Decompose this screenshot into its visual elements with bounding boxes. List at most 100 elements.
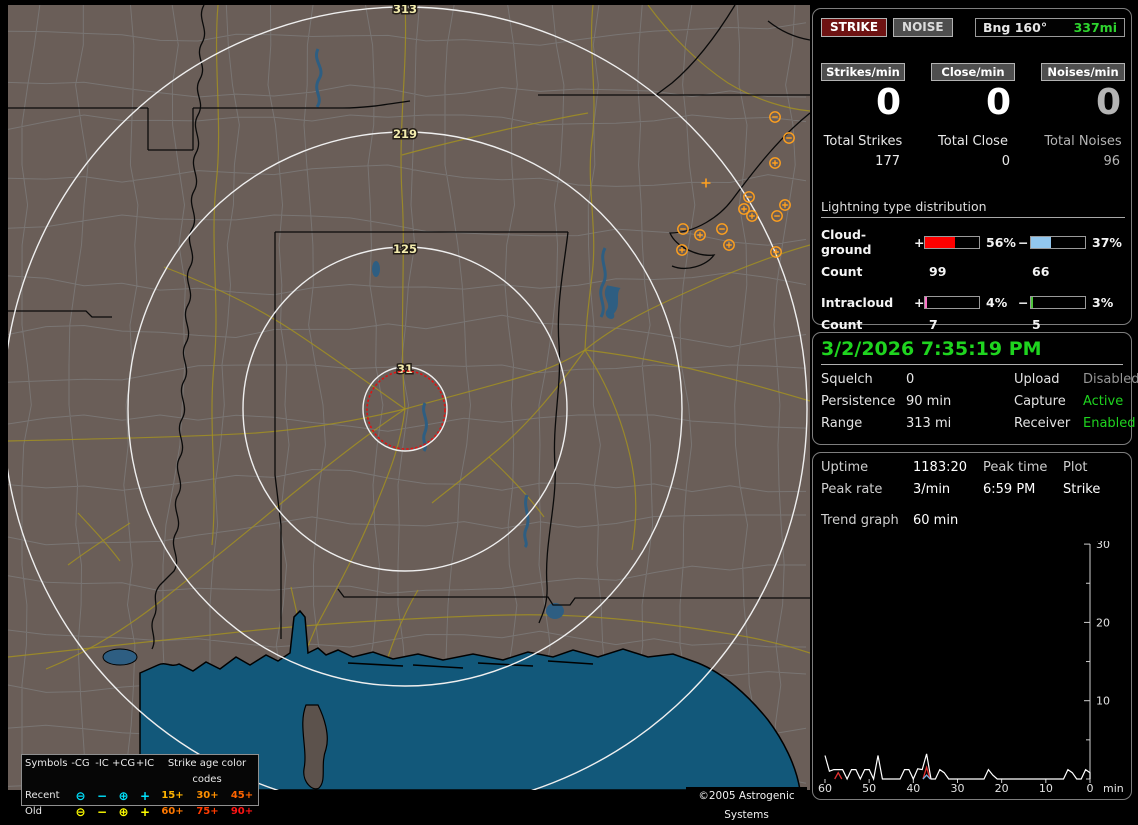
x-tick-label: 20 [995,782,1009,793]
uptime-label: Uptime [821,460,869,475]
squelch-value: 0 [906,372,915,387]
persistence-value: 90 min [906,394,952,409]
circle-plus-icon: ⊕ [118,805,129,819]
cg-positive-pct: 56% [986,234,1016,250]
stats-row: Uptime 1183:20 Peak time Plot [821,460,1123,475]
x-tick-label: 50 [862,782,876,793]
uptime-value: 1183:20 [913,460,968,475]
bearing-distance: 337mi [1073,19,1117,35]
range-ring-label: 313 [393,5,417,16]
cg-count-row: Count 99 66 [821,264,1125,279]
trend-graph-label: Trend graph [821,513,899,528]
legend-old-row: Old ⊖ − ⊕ + 60+ 75+ 90+ [25,804,255,820]
minus-sign: − [1018,234,1029,250]
count-label: Count [821,317,863,332]
map-canvas[interactable]: 313 219 125 31 [8,5,810,790]
trend-header-row: Trend graph 60 min [821,513,1123,528]
trend-window-value: 60 min [913,513,959,528]
noises-per-min-button[interactable]: Noises/min [1041,63,1125,81]
lake [372,261,380,277]
y-tick-label: 30 [1096,541,1110,551]
cg-positive-count: 99 [929,264,947,279]
rate-counters: Strikes/min 0 Total Strikes 177 Close/mi… [821,63,1125,169]
ic-negative-pct: 3% [1092,295,1114,310]
range-ring-label: 219 [393,127,417,141]
peak-rate-value: 3/min [913,482,951,497]
datetime-display: 3/2/2026 7:35:19 PM [821,338,1123,365]
plus-icon: + [139,805,151,819]
legend-header-row: Symbols -CG -IC +CG +IC Strike age color… [25,756,255,788]
cg-negative-count: 66 [1032,264,1050,279]
plot-value: Strike [1063,482,1101,497]
stats-row: Peak rate 3/min 6:59 PM Strike [821,482,1123,497]
cloud-ground-row: Cloud-ground + 56% − 37% [821,227,1125,257]
distribution-title: Lightning type distribution [821,199,1125,218]
age-45: 45+ [230,790,254,801]
ic-count-row: Count 7 5 [821,317,1125,332]
lake [102,648,138,666]
strike-mode-button[interactable]: STRIKE [821,17,888,37]
y-tick-label: 10 [1096,695,1110,708]
x-tick-label: 10 [1039,782,1053,793]
trend-panel: Uptime 1183:20 Peak time Plot Peak rate … [812,452,1132,800]
bearing-readout: Bng 160° 337mi [975,17,1125,37]
plus-sign: + [914,234,925,250]
strikes-per-min-button[interactable]: Strikes/min [821,63,905,81]
cloud-ground-label: Cloud-ground [821,227,872,257]
age-90: 90+ [230,806,254,817]
range-ring-label: 31 [397,362,413,376]
peak-time-label: Peak time [983,460,1048,475]
ic-negative-count: 5 [1032,317,1041,332]
age-15: 15+ [161,790,184,801]
legend-col-pos-ic: +IC [135,758,155,769]
range-value: 313 mi [906,416,952,431]
trend-strikes-line [824,753,1091,781]
legend-col-neg-cg: -CG [71,758,90,769]
x-tick-label: 40 [906,782,920,793]
legend-age-title: Strike age color codes [167,758,247,785]
strikes-rate-value: 0 [875,82,901,123]
x-tick-label: 0 [1087,782,1094,793]
status-row: Persistence 90 min Capture Active [821,394,1123,409]
copyright-label: ©2005 Astrogenic Systems [686,787,807,821]
cg-positive-bar [924,235,980,249]
legend-old-label: Old [25,806,42,817]
strike-counter-panel: STRIKE NOISE Bng 160° 337mi Strikes/min … [812,8,1132,332]
status-row: Squelch 0 Upload Disabled [821,372,1138,387]
plot-label: Plot [1063,460,1088,475]
plus-icon: + [139,789,151,803]
plus-sign: + [914,295,925,310]
legend-col-pos-cg: +CG [112,758,136,769]
circle-plus-icon: ⊕ [118,789,129,803]
peak-time-value: 6:59 PM [983,482,1036,497]
intracloud-label: Intracloud [821,295,894,310]
upload-label: Upload [1014,372,1060,387]
trend-graph: 10 20 30 60 50 40 30 20 10 0 min [818,541,1124,793]
minus-icon: − [96,805,108,819]
total-strikes-label: Total Strikes [823,134,903,149]
y-tick-label: 20 [1096,616,1110,629]
persistence-label: Persistence [821,394,896,409]
total-noises-label: Total Noises [1044,134,1122,149]
status-row: Range 313 mi Receiver Enabled [821,416,1136,431]
ic-negative-bar [1030,296,1086,309]
receiver-status: Enabled [1083,416,1136,431]
minus-sign: − [1018,295,1029,310]
x-axis-unit: min [1103,782,1124,793]
upload-status: Disabled [1083,372,1138,387]
circle-minus-icon: ⊖ [75,805,86,819]
total-close-label: Total Close [938,134,1008,149]
river-delta [302,704,328,790]
lightning-map[interactable]: 313 219 125 31 [8,5,810,790]
circle-minus-icon: ⊖ [75,789,86,803]
close-per-min-button[interactable]: Close/min [931,63,1015,81]
noises-rate-value: 0 [1095,82,1121,123]
count-label: Count [821,264,863,279]
capture-status: Active [1083,394,1124,409]
lightning-type-distribution: Lightning type distribution Cloud-ground… [821,199,1125,332]
peak-rate-label: Peak rate [821,482,883,497]
noise-mode-button[interactable]: NOISE [893,17,953,37]
cg-negative-bar [1030,235,1086,249]
capture-label: Capture [1014,394,1066,409]
x-tick-label: 30 [950,782,964,793]
